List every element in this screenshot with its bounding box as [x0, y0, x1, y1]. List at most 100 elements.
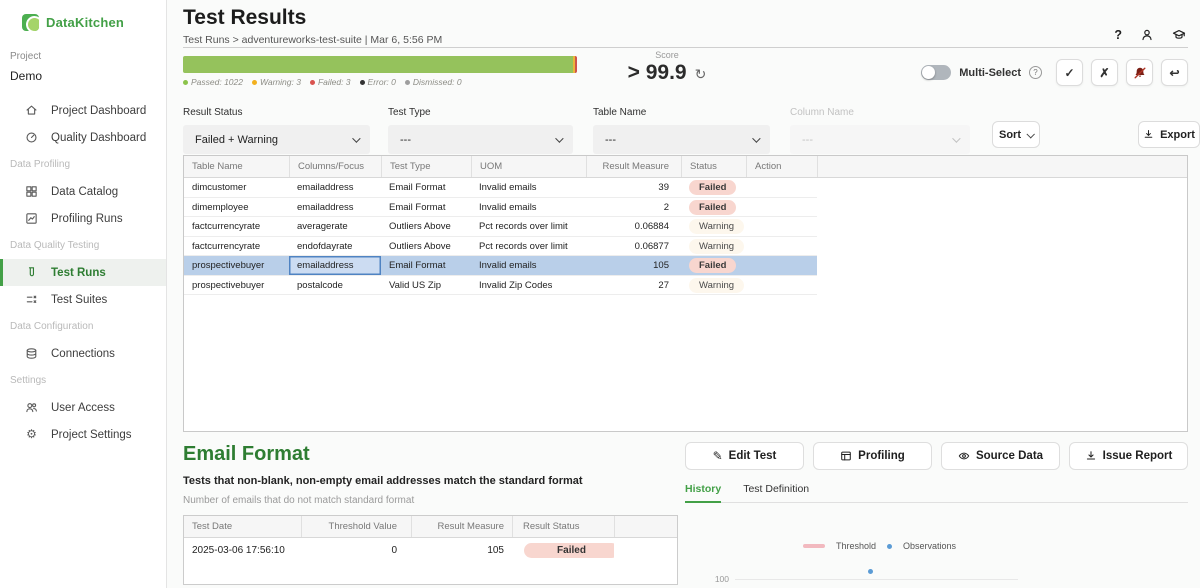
table-row[interactable]: factcurrencyrate averagerate Outliers Ab… [184, 217, 817, 237]
col-header-columns-focus[interactable]: Columns/Focus [289, 156, 381, 177]
result-status-select[interactable]: Failed + Warning [183, 125, 370, 154]
history-table-row[interactable]: 2025-03-06 17:56:10 0 105 Failed [184, 538, 677, 563]
issue-report-button[interactable]: Issue Report [1069, 442, 1188, 470]
sidebar-item-quality-dashboard[interactable]: Quality Dashboard [0, 124, 166, 151]
cell-action[interactable] [746, 237, 817, 256]
sidebar-item-test-runs[interactable]: Test Runs [0, 259, 166, 286]
cell-uom[interactable]: Invalid emails [471, 178, 586, 197]
observation-point[interactable] [868, 569, 873, 574]
cell-column[interactable]: emailaddress [289, 178, 381, 197]
cell-test-type[interactable]: Outliers Above [381, 237, 471, 256]
col-header-uom[interactable]: UOM [471, 156, 586, 177]
test-type-select[interactable]: --- [388, 125, 573, 154]
cell-status[interactable]: Warning [681, 217, 746, 236]
profiling-grid-icon [840, 450, 852, 462]
cell-table-name[interactable]: factcurrencyrate [184, 217, 289, 236]
cell-uom[interactable]: Pct records over limit [471, 217, 586, 236]
tab-history[interactable]: History [685, 483, 721, 503]
cell-test-type[interactable]: Email Format [381, 198, 471, 217]
cell-column[interactable]: postalcode [289, 276, 381, 295]
sidebar-item-test-suites[interactable]: Test Suites [0, 286, 166, 313]
cell-column[interactable]: averagerate [289, 217, 381, 236]
score-block: Score > 99.9↻ [607, 50, 727, 85]
table-name-select[interactable]: --- [593, 125, 770, 154]
sidebar-item-user-access[interactable]: User Access [0, 394, 166, 421]
cell-measure[interactable]: 105 [586, 256, 681, 275]
cell-test-type[interactable]: Valid US Zip [381, 276, 471, 295]
support-person-icon[interactable] [1140, 28, 1154, 42]
project-name[interactable]: Demo [10, 69, 166, 83]
cell-status[interactable]: Failed [681, 178, 746, 197]
cell-uom[interactable]: Invalid emails [471, 256, 586, 275]
cell-status[interactable]: Failed [681, 256, 746, 275]
cell-test-date: 2025-03-06 17:56:10 [184, 545, 301, 556]
column-name-value: --- [802, 134, 813, 146]
cell-status[interactable]: Failed [681, 198, 746, 217]
cell-action[interactable] [746, 276, 817, 295]
cell-test-type[interactable]: Email Format [381, 256, 471, 275]
cell-action[interactable] [746, 217, 817, 236]
multi-select-toggle[interactable] [921, 65, 951, 80]
cell-uom[interactable]: Invalid emails [471, 198, 586, 217]
cell-column[interactable]: endofdayrate [289, 237, 381, 256]
observations-legend-label[interactable]: Observations [903, 541, 956, 551]
threshold-legend-label[interactable]: Threshold [836, 541, 876, 551]
cell-measure[interactable]: 0.06877 [586, 237, 681, 256]
col-header-result-measure[interactable]: Result Measure [586, 156, 681, 177]
cell-column[interactable]: emailaddress [289, 198, 381, 217]
sidebar-item-project-dashboard[interactable]: Project Dashboard [0, 97, 166, 124]
table-row[interactable]: dimcustomer emailaddress Email Format In… [184, 178, 817, 198]
cell-uom[interactable]: Pct records over limit [471, 237, 586, 256]
col-header-test-type[interactable]: Test Type [381, 156, 471, 177]
col-header-result-measure: Result Measure [411, 516, 512, 537]
cell-test-type[interactable]: Outliers Above [381, 217, 471, 236]
passed-dot-icon [183, 80, 188, 85]
brand-logo[interactable]: DataKitchen [0, 0, 166, 31]
cell-column-selected[interactable]: emailaddress [289, 256, 381, 275]
cell-table-name[interactable]: dimemployee [184, 198, 289, 217]
refresh-icon[interactable]: ↻ [695, 66, 707, 82]
sidebar-item-connections[interactable]: Connections [0, 340, 166, 367]
cell-action[interactable] [746, 178, 817, 197]
cell-result-status: Failed [512, 543, 614, 558]
cell-uom[interactable]: Invalid Zip Codes [471, 276, 586, 295]
edit-test-button[interactable]: ✎Edit Test [685, 442, 804, 470]
approve-button[interactable]: ✓ [1056, 59, 1083, 86]
status-badge: Warning [689, 278, 744, 293]
sidebar-item-project-settings[interactable]: ⚙ Project Settings [0, 421, 166, 448]
multi-select-help-icon[interactable]: ? [1029, 66, 1042, 79]
cell-measure[interactable]: 0.06884 [586, 217, 681, 236]
cell-table-name[interactable]: dimcustomer [184, 178, 289, 197]
return-button[interactable]: ↩ [1161, 59, 1188, 86]
col-header-table-name[interactable]: Table Name [184, 156, 289, 177]
profiling-button[interactable]: Profiling [813, 442, 932, 470]
table-row[interactable]: factcurrencyrate endofdayrate Outliers A… [184, 237, 817, 257]
sort-button[interactable]: Sort [992, 121, 1040, 148]
cell-measure[interactable]: 27 [586, 276, 681, 295]
table-row[interactable]: prospectivebuyer postalcode Valid US Zip… [184, 276, 817, 296]
chevron-down-icon [952, 134, 960, 142]
cell-test-type[interactable]: Email Format [381, 178, 471, 197]
cell-table-name[interactable]: prospectivebuyer [184, 256, 289, 275]
col-header-action[interactable]: Action [746, 156, 817, 177]
cell-table-name[interactable]: prospectivebuyer [184, 276, 289, 295]
cell-action[interactable] [746, 256, 817, 275]
sidebar-item-data-catalog[interactable]: Data Catalog [0, 178, 166, 205]
cell-table-name[interactable]: factcurrencyrate [184, 237, 289, 256]
col-header-status[interactable]: Status [681, 156, 746, 177]
export-button[interactable]: Export [1138, 121, 1200, 148]
source-data-button[interactable]: Source Data [941, 442, 1060, 470]
graduation-cap-icon[interactable] [1172, 28, 1186, 42]
cell-status[interactable]: Warning [681, 276, 746, 295]
mute-notifications-button[interactable] [1126, 59, 1153, 86]
help-icon[interactable]: ? [1114, 28, 1122, 42]
cell-status[interactable]: Warning [681, 237, 746, 256]
tab-test-definition[interactable]: Test Definition [743, 483, 809, 502]
cell-action[interactable] [746, 198, 817, 217]
table-row[interactable]: dimemployee emailaddress Email Format In… [184, 198, 817, 218]
cell-measure[interactable]: 2 [586, 198, 681, 217]
cell-measure[interactable]: 39 [586, 178, 681, 197]
sidebar-item-profiling-runs[interactable]: Profiling Runs [0, 205, 166, 232]
table-row-selected[interactable]: prospectivebuyer emailaddress Email Form… [184, 256, 817, 276]
reject-button[interactable]: ✗ [1091, 59, 1118, 86]
